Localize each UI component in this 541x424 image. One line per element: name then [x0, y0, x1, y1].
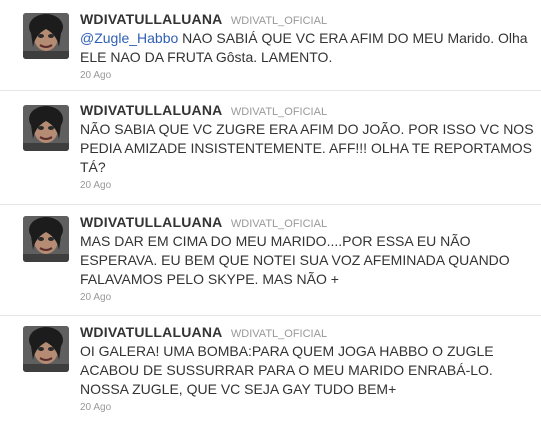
tweet-item: WDIVATULLALUANA WDIVATL_OFICIAL MAS DAR … — [0, 205, 541, 316]
user-name[interactable]: WDIVATL_OFICIAL — [231, 15, 327, 27]
avatar[interactable] — [23, 216, 69, 262]
screen-name-link[interactable]: WDIVATULLALUANA — [80, 214, 222, 230]
avatar-image — [23, 13, 69, 59]
tweet-content: WDIVATULLALUANA WDIVATL_OFICIAL @Zugle_H… — [80, 9, 535, 82]
tweet-timestamp[interactable]: 20 Ago — [80, 292, 535, 304]
tweet-content: WDIVATULLALUANA WDIVATL_OFICIAL MAS DAR … — [80, 212, 535, 304]
tweet-text: @Zugle_Habbo NAO SABIÁ QUE VC ERA AFIM D… — [80, 29, 535, 67]
tweet-timestamp[interactable]: 20 Ago — [80, 402, 535, 414]
user-name[interactable]: WDIVATL_OFICIAL — [231, 218, 327, 230]
tweet-timeline: WDIVATULLALUANA WDIVATL_OFICIAL @Zugle_H… — [0, 0, 541, 424]
tweet-content: WDIVATULLALUANA WDIVATL_OFICIAL NÃO SABI… — [80, 100, 535, 192]
tweet-item: WDIVATULLALUANA WDIVATL_OFICIAL OI GALER… — [0, 316, 541, 424]
avatar-image — [23, 105, 69, 151]
tweet-header: WDIVATULLALUANA WDIVATL_OFICIAL — [80, 9, 535, 29]
avatar[interactable] — [23, 13, 69, 59]
avatar-image — [23, 216, 69, 262]
screen-name-link[interactable]: WDIVATULLALUANA — [80, 324, 222, 340]
tweet-text: OI GALERA! UMA BOMBA:PARA QUEM JOGA HABB… — [80, 343, 494, 397]
screen-name-link[interactable]: WDIVATULLALUANA — [80, 102, 222, 118]
tweet-timestamp[interactable]: 20 Ago — [80, 180, 535, 192]
tweet-text: MAS DAR EM CIMA DO MEU MARIDO....POR ESS… — [80, 233, 510, 287]
avatar-image — [23, 326, 69, 372]
mention-link[interactable]: @Zugle_Habbo — [80, 30, 178, 46]
tweet-item: WDIVATULLALUANA WDIVATL_OFICIAL @Zugle_H… — [0, 0, 541, 91]
user-name[interactable]: WDIVATL_OFICIAL — [231, 106, 327, 118]
tweet-text: NÃO SABIA QUE VC ZUGRE ERA AFIM DO JOÃO.… — [80, 121, 534, 175]
tweet-header: WDIVATULLALUANA WDIVATL_OFICIAL — [80, 322, 535, 342]
avatar[interactable] — [23, 326, 69, 372]
tweet-content: WDIVATULLALUANA WDIVATL_OFICIAL OI GALER… — [80, 322, 535, 414]
tweet-header: WDIVATULLALUANA WDIVATL_OFICIAL — [80, 100, 535, 120]
user-name[interactable]: WDIVATL_OFICIAL — [231, 328, 327, 340]
avatar[interactable] — [23, 105, 69, 151]
tweet-timestamp[interactable]: 20 Ago — [80, 70, 535, 82]
tweet-header: WDIVATULLALUANA WDIVATL_OFICIAL — [80, 212, 535, 232]
tweet-item: WDIVATULLALUANA WDIVATL_OFICIAL NÃO SABI… — [0, 91, 541, 205]
screen-name-link[interactable]: WDIVATULLALUANA — [80, 11, 222, 27]
